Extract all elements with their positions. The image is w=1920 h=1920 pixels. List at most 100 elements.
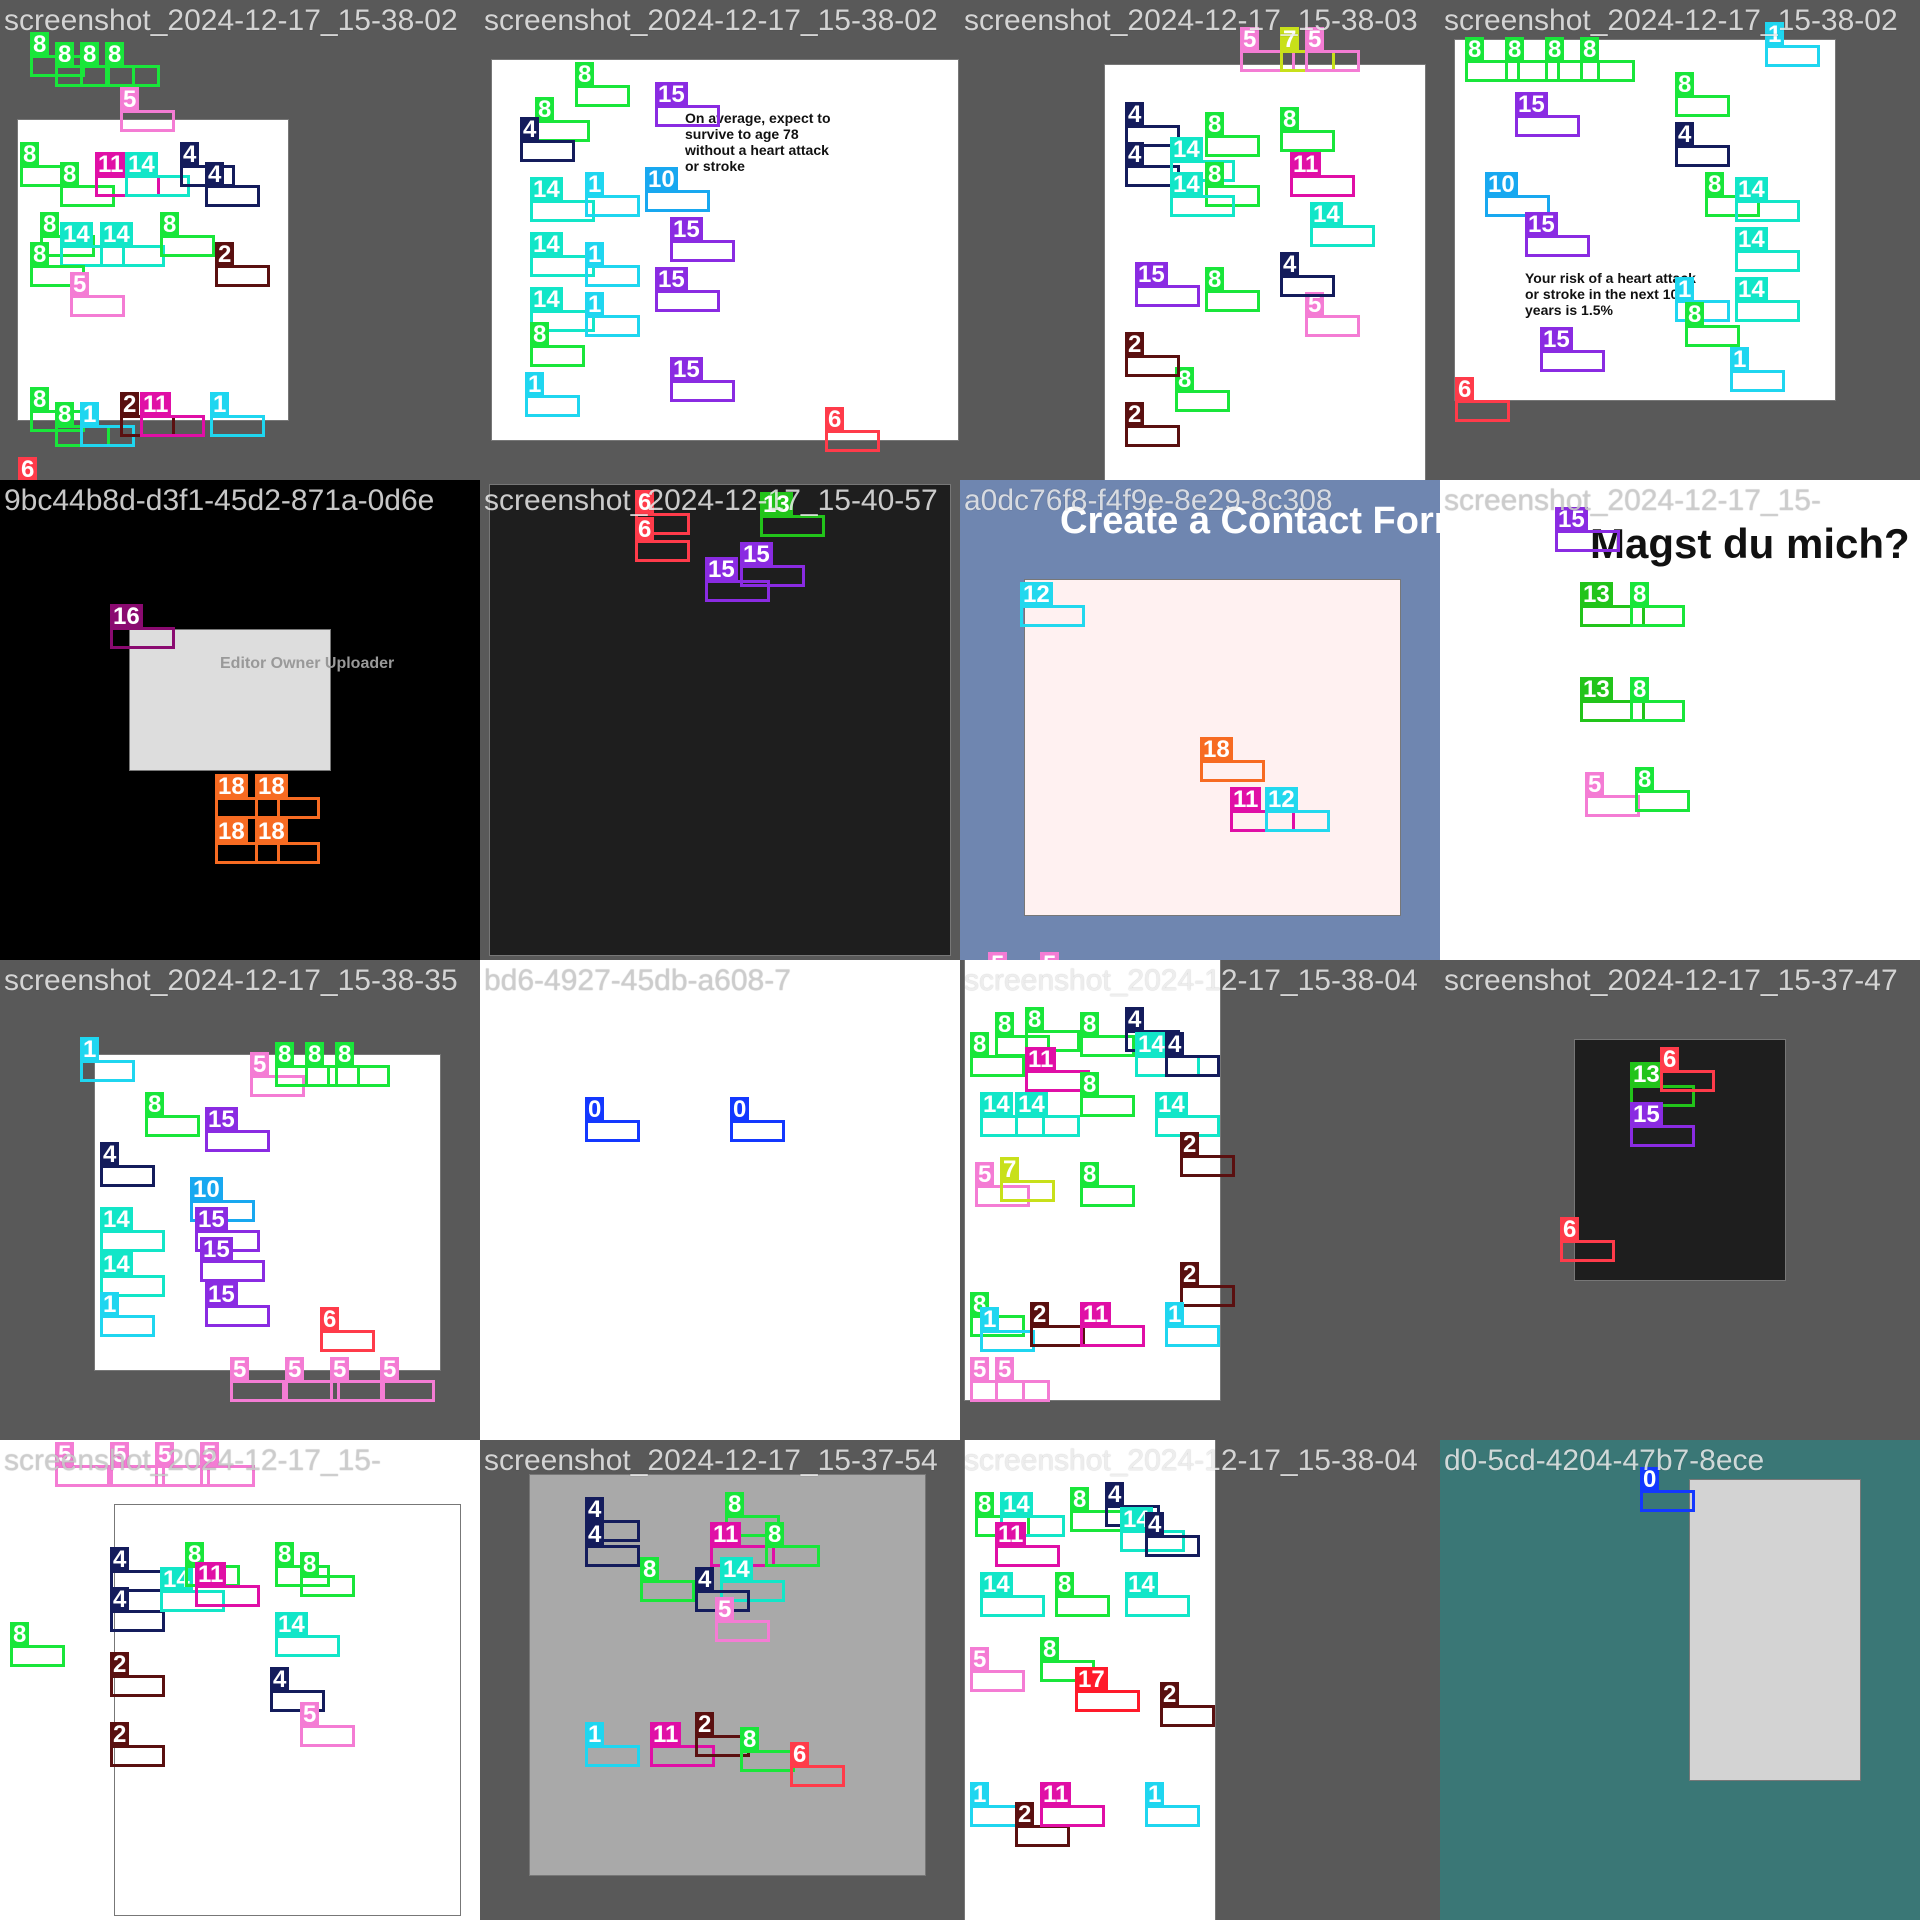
annotation-label: 14 [980,1092,1013,1118]
annotation-label: 11 [1230,787,1262,813]
annotation-label: 2 [1125,332,1145,358]
tile-visible-text: Magst du mich? [1590,520,1910,567]
annotation-box: 5 [715,1597,770,1642]
annotation-label: 1 [585,242,605,268]
annotation-label: 8 [275,1042,295,1068]
annotation-label: 1 [585,292,605,318]
annotation-label: 4 [1125,142,1145,168]
annotation-label: 1 [1165,1302,1185,1328]
annotation-label: 8 [1630,582,1650,608]
annotation-box: 15 [200,1237,265,1282]
annotation-label: 6 [825,407,845,433]
annotation-box: 14 [1735,227,1800,272]
annotation-box: 15 [205,1282,270,1327]
annotation-box: 4 [520,117,575,162]
annotation-box: 12 [1020,582,1085,627]
annotation-box: 8 [1675,72,1730,117]
annotation-box: 1 [525,372,580,417]
annotation-box: 5 [970,1647,1025,1692]
annotation-box: 8 [1205,112,1260,157]
annotation-label: 2 [215,242,235,268]
filename-caption: screenshot_2024-12-17_15-38-03 [964,4,1418,37]
annotation-label: 4 [270,1667,290,1693]
annotation-label: 5 [970,1647,990,1673]
annotation-label: 13 [1630,1062,1663,1088]
annotation-label: 15 [655,267,688,293]
annotation-label: 1 [585,1722,605,1748]
annotation-label: 8 [1545,37,1565,63]
annotation-label: 8 [1205,112,1225,138]
annotation-label: 2 [110,1652,130,1678]
annotation-label: 5 [300,1702,320,1728]
annotation-label: 15 [205,1282,238,1308]
annotation-label: 2 [1180,1132,1200,1158]
tile-t13: screenshot_2024-12-17_15-37-54 4 4 8 11 14 8 8 4… [480,1440,960,1920]
annotation-label: 8 [80,42,100,68]
annotation-label: 11 [995,1522,1027,1548]
annotation-box: 1 [210,392,265,437]
annotation-label: 1 [980,1307,1000,1333]
annotation-box: 1 [1165,1302,1220,1347]
annotation-box: 1 [80,1037,135,1082]
filename-caption: a0dc76f8-f4f9e-8e29-8c308 [964,484,1333,517]
screenshot-content [130,630,330,770]
annotation-label: 4 [1105,1482,1125,1508]
annotation-label: 4 [180,142,200,168]
annotation-label: 8 [305,1042,325,1068]
annotation-label: 5 [1585,772,1605,798]
annotation-box: 8 [105,42,160,87]
annotation-label: 11 [195,1562,227,1588]
annotation-label: 10 [645,167,678,193]
tile-t14: screenshot_2024-12-17_15-38-04 8 14 8 4 14 4 11… [960,1440,1440,1920]
annotation-label: 5 [120,87,140,113]
annotation-box: 8 [1080,1072,1135,1117]
annotation-box: 8 [535,97,590,142]
annotation-box: 15 [740,542,805,587]
annotation-label: 4 [695,1567,715,1593]
annotation-box: 0 [730,1097,785,1142]
annotation-box: 2 [110,1652,165,1697]
tile-t9: bd6-4927-45db-a608-7 0 0 [480,960,960,1440]
annotation-box: 15 [670,357,735,402]
annotation-box: 15 [670,217,735,262]
annotation-label: 13 [1580,677,1613,703]
annotation-label: 5 [230,1357,250,1383]
annotation-box: 6 [320,1307,375,1352]
annotation-label: 14 [980,1572,1013,1598]
annotation-label: 18 [255,774,288,800]
screenshot-content [1690,1480,1860,1780]
annotation-label: 8 [1205,267,1225,293]
tile-t8: screenshot_2024-12-17_15-38-35 1 5 8 8 8 8 15 4 1… [0,960,480,1440]
annotation-label: 14 [1735,227,1768,253]
annotation-box: 7 [1000,1157,1055,1202]
annotation-label: 6 [18,457,38,480]
annotation-label: 6 [1660,1047,1680,1073]
annotation-label: 8 [1280,107,1300,133]
annotation-label: 7 [1000,1157,1020,1183]
annotation-label: 15 [205,1107,238,1133]
annotation-label: 15 [1525,212,1558,238]
annotation-box: 14 [1735,277,1800,322]
annotation-box: 2 [1030,1302,1085,1347]
annotation-label: 4 [1145,1512,1165,1538]
annotation-box: 8 [740,1727,795,1772]
annotation-box: 14 [980,1572,1045,1617]
annotation-label: 11 [1040,1782,1072,1808]
annotation-label: 14 [275,1612,308,1638]
annotation-label: 14 [100,1252,133,1278]
annotation-label: 14 [1000,1492,1033,1518]
tile-t4: 9bc44b8d-d3f1-45d2-871a-0d6e Editor Owner… [0,480,480,960]
annotation-box: 4 [1675,122,1730,167]
annotation-box: 18 [255,819,320,864]
annotation-box: 1 [585,172,640,217]
tile-t3: screenshot_2024-12-17_15-38-02 Your risk … [1440,0,1920,480]
annotation-label: 5 [1040,952,1060,960]
annotation-label: 8 [1025,1007,1045,1033]
annotation-box: 2 [1015,1802,1070,1847]
annotation-box: 15 [1135,262,1200,307]
annotation-box: 8 [1175,367,1230,412]
annotation-label: 12 [1020,582,1053,608]
mosaic-grid: screenshot_2024-12-17_15-38-02 8 8 8 8 5 8 8 11 1… [0,0,1920,1920]
annotation-box: 8 [1635,767,1690,812]
tile-t2: screenshot_2024-12-17_15-38-03 5 7 5 4 4 14 8 8 1… [960,0,1440,480]
